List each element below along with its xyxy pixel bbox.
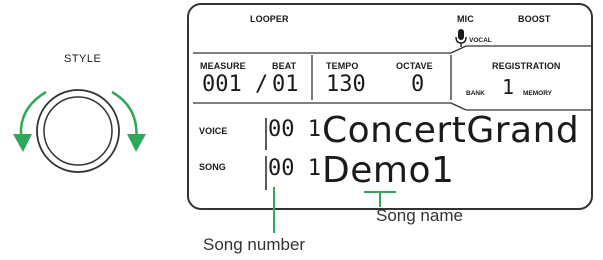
song-number-caption: Song number <box>203 235 306 254</box>
song-name-caption: Song name <box>376 206 463 225</box>
callout-lines <box>273 187 396 233</box>
